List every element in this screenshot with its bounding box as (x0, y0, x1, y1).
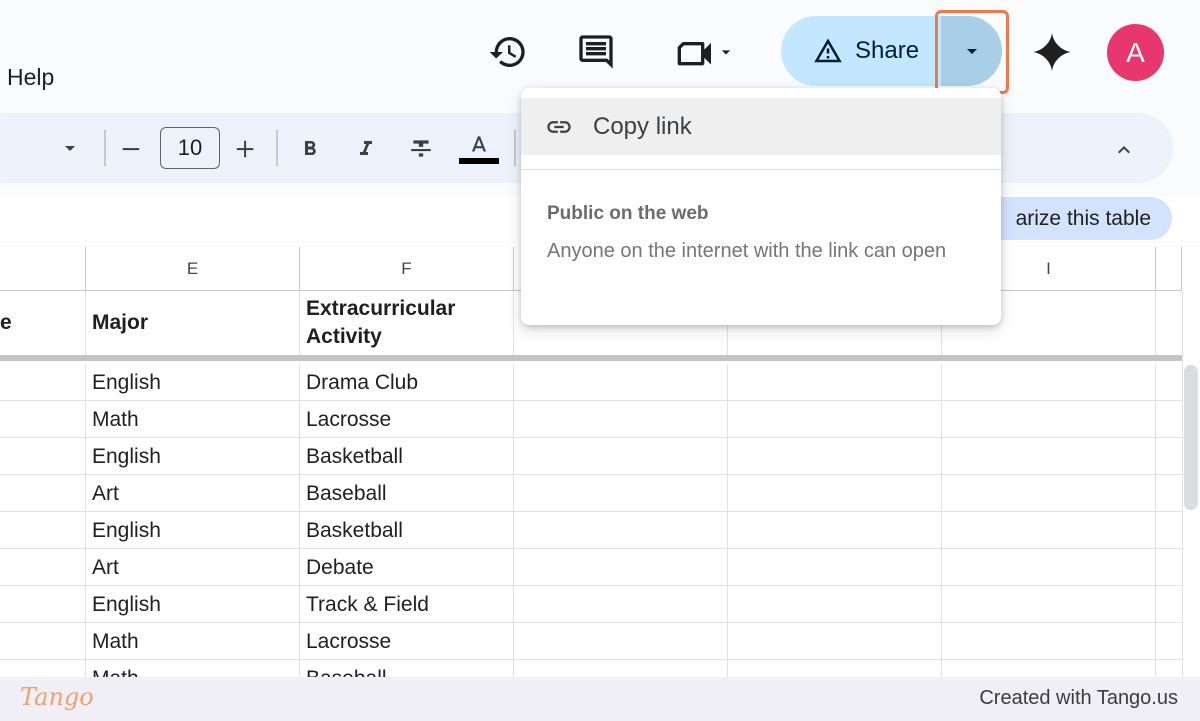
cell-major[interactable]: Art (86, 475, 300, 512)
menu-help[interactable]: Help (7, 64, 54, 91)
cell-activity[interactable]: Baseball (300, 475, 514, 512)
visibility-description: Anyone on the internet with the link can… (547, 240, 947, 262)
cell-empty[interactable] (728, 512, 942, 549)
bold-icon[interactable] (296, 135, 324, 163)
cell-empty[interactable] (514, 438, 728, 475)
cell-empty[interactable] (728, 549, 942, 586)
cell-activity[interactable]: Basketball (300, 438, 514, 475)
cell-activity[interactable]: Lacrosse (300, 401, 514, 438)
cell-activity[interactable]: Drama Club (300, 364, 514, 401)
tango-logo: Tango (20, 683, 94, 711)
cell-major[interactable]: English (86, 512, 300, 549)
cell-major[interactable]: English (86, 364, 300, 401)
cell-empty[interactable] (0, 401, 86, 438)
warning-icon (814, 38, 842, 63)
cell-empty[interactable] (0, 438, 86, 475)
cell-empty[interactable] (514, 549, 728, 586)
cell-empty[interactable] (0, 475, 86, 512)
table-row: Art Debate (0, 549, 1182, 586)
cell-major[interactable]: Art (86, 549, 300, 586)
comments-icon[interactable] (574, 30, 618, 74)
table-row: Math Lacrosse (0, 401, 1182, 438)
cell-empty[interactable] (942, 586, 1156, 623)
table-row: English Drama Club (0, 364, 1182, 401)
menu-divider (521, 169, 1001, 170)
italic-icon[interactable] (352, 135, 380, 163)
cell-empty[interactable] (942, 475, 1156, 512)
cell-empty[interactable] (942, 512, 1156, 549)
copy-link-menu-item[interactable]: Copy link (521, 98, 1001, 155)
toolbar-divider (514, 130, 516, 166)
text-color-icon[interactable] (458, 130, 500, 168)
cell-empty[interactable] (728, 623, 942, 660)
click-highlight (935, 10, 1009, 94)
strikethrough-icon[interactable] (406, 135, 436, 163)
cell-empty[interactable] (942, 364, 1156, 401)
cell-empty[interactable] (942, 623, 1156, 660)
table-row: English Basketball (0, 438, 1182, 475)
meet-video-icon[interactable] (668, 32, 744, 72)
header-cell-major[interactable]: Major (86, 291, 300, 355)
cell-empty[interactable] (728, 364, 942, 401)
collapse-toolbar-icon[interactable] (1110, 136, 1138, 164)
cell-empty[interactable] (0, 586, 86, 623)
header-cell-partial[interactable]: e (0, 291, 86, 355)
cell-empty[interactable] (0, 623, 86, 660)
increase-font-size-icon[interactable] (232, 136, 258, 162)
cell-empty[interactable] (728, 438, 942, 475)
text-color-swatch (459, 158, 499, 164)
frozen-row-divider[interactable] (0, 355, 1182, 361)
share-options-menu: Copy link Public on the web Anyone on th… (521, 88, 1001, 325)
cell-major[interactable]: English (86, 438, 300, 475)
font-dropdown-caret-icon[interactable] (58, 136, 82, 160)
table-row: Art Baseball (0, 475, 1182, 512)
cell-activity[interactable]: Debate (300, 549, 514, 586)
gemini-sparkle-icon[interactable] (1028, 28, 1076, 76)
share-button[interactable]: Share (781, 16, 941, 86)
cell-major[interactable]: Math (86, 401, 300, 438)
cell-major[interactable]: English (86, 586, 300, 623)
toolbar-divider (276, 130, 278, 166)
cell-empty[interactable] (942, 549, 1156, 586)
font-size-input[interactable]: 10 (160, 127, 220, 169)
tango-credit: Created with Tango.us (979, 687, 1178, 709)
header-cell-activity[interactable]: Extracurricular Activity (300, 291, 514, 355)
share-label: Share (855, 37, 920, 64)
cell-empty[interactable] (0, 512, 86, 549)
cell-empty[interactable] (728, 475, 942, 512)
cell-empty[interactable] (0, 549, 86, 586)
cell-empty[interactable] (942, 438, 1156, 475)
table-row: English Track & Field (0, 586, 1182, 623)
cell-empty[interactable] (514, 364, 728, 401)
cell-empty[interactable] (514, 512, 728, 549)
cell-major[interactable]: Math (86, 623, 300, 660)
link-icon (547, 120, 571, 133)
cell-empty[interactable] (0, 364, 86, 401)
column-header-d[interactable] (0, 247, 86, 291)
decrease-font-size-icon[interactable] (118, 136, 144, 162)
cell-empty[interactable] (514, 475, 728, 512)
cell-activity[interactable]: Basketball (300, 512, 514, 549)
cell-activity[interactable]: Track & Field (300, 586, 514, 623)
visibility-title: Public on the web (547, 203, 709, 224)
vertical-scrollbar-thumb[interactable] (1184, 365, 1198, 510)
copy-link-label: Copy link (593, 112, 692, 140)
column-header-f[interactable]: F (300, 247, 514, 291)
cell-empty[interactable] (942, 401, 1156, 438)
cell-empty[interactable] (728, 401, 942, 438)
meet-dropdown-caret-icon[interactable] (716, 42, 736, 62)
column-header-e[interactable]: E (86, 247, 300, 291)
cell-activity[interactable]: Lacrosse (300, 623, 514, 660)
column-header-j[interactable] (1156, 247, 1182, 291)
toolbar-divider (104, 130, 106, 166)
version-history-icon[interactable] (486, 30, 530, 74)
cell-empty[interactable] (514, 586, 728, 623)
avatar[interactable]: A (1107, 24, 1164, 81)
cell-empty[interactable] (514, 401, 728, 438)
cell-empty[interactable] (514, 623, 728, 660)
cell-empty[interactable] (728, 586, 942, 623)
table-row: English Basketball (0, 512, 1182, 549)
table-row: Math Lacrosse (0, 623, 1182, 660)
